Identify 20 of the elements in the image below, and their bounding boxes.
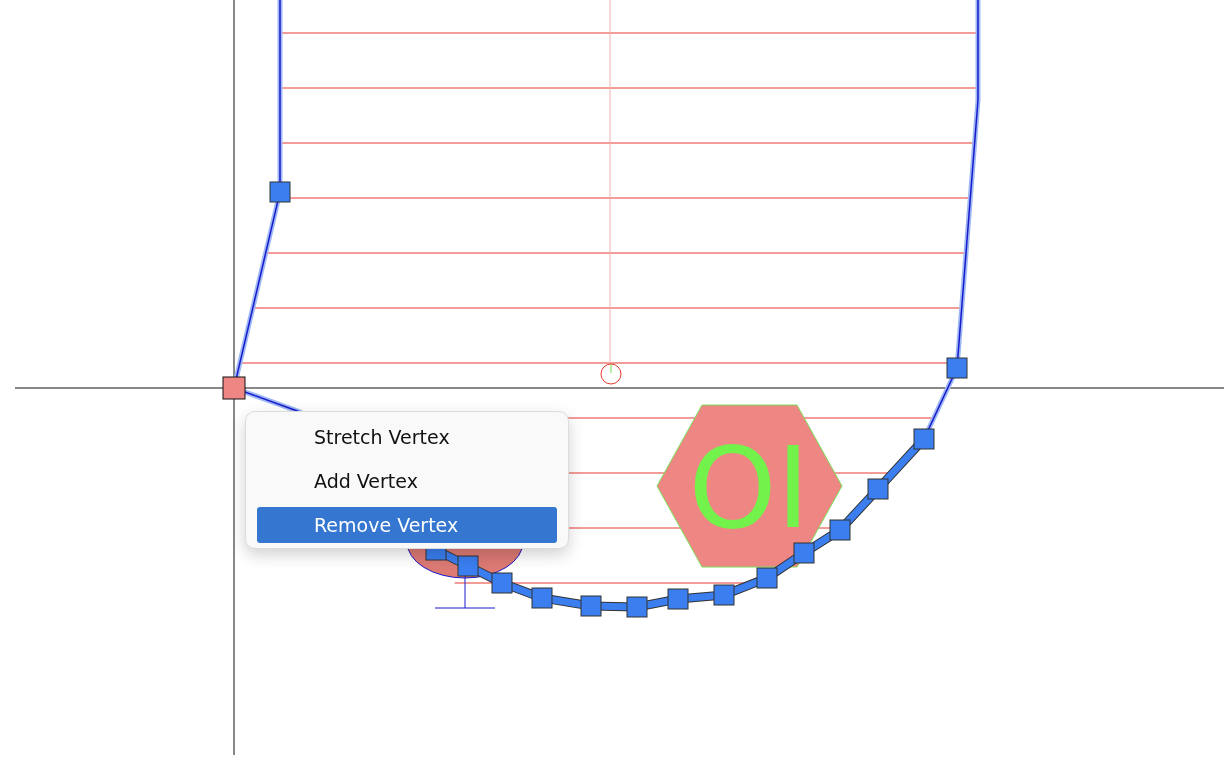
vertex-grip[interactable]: [457, 555, 479, 577]
vertex-grip[interactable]: [946, 357, 968, 379]
vertex-grip[interactable]: [713, 584, 735, 606]
vertex-grip[interactable]: [222, 376, 246, 400]
vertex-grip[interactable]: [531, 587, 553, 609]
vertex-grip[interactable]: [667, 588, 689, 610]
menu-item[interactable]: Add Vertex: [257, 463, 557, 499]
vertex-grip[interactable]: [829, 519, 851, 541]
vertex-grip[interactable]: [491, 572, 513, 594]
origin-marker-icon: [600, 363, 622, 385]
vertex-grip[interactable]: [580, 595, 602, 617]
menu-item[interactable]: Stretch Vertex: [257, 419, 557, 455]
vertex-grip[interactable]: [913, 428, 935, 450]
vertex-grip[interactable]: [756, 567, 778, 589]
vertex-grip[interactable]: [269, 181, 291, 203]
vertex-grip[interactable]: [867, 478, 889, 500]
menu-item[interactable]: Remove Vertex: [257, 507, 557, 543]
hexagon-label: OI: [688, 423, 810, 553]
vertex-grip[interactable]: [626, 596, 648, 618]
vertex-grip[interactable]: [793, 542, 815, 564]
